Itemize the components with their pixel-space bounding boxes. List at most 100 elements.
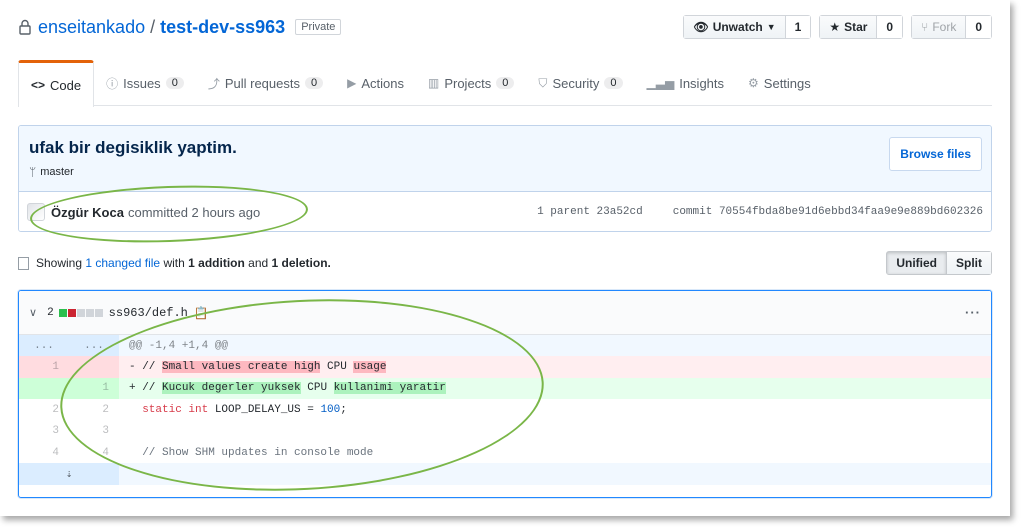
hunk-row: ... ... @@ -1,4 +1,4 @@: [19, 335, 991, 357]
line-content: static int LOOP_DELAY_US = 100;: [119, 399, 991, 420]
new-line-number[interactable]: 2: [69, 399, 119, 420]
context-line: 4 4 // Show SHM updates in console mode: [19, 442, 991, 463]
context-line: 3 3: [19, 421, 991, 442]
new-line-number[interactable]: 3: [69, 421, 119, 442]
repo-nav-tabs: <> Code ⓘ Issues 0 ⤴ Pull requests 0 ▶ A…: [18, 60, 992, 107]
diff-view-toggle: Unified Split: [886, 251, 992, 275]
eye-icon: 👁: [693, 20, 709, 34]
repo-header: enseitankado / test-dev-ss963 Private 👁 …: [18, 12, 992, 42]
old-line-number[interactable]: 2: [19, 399, 69, 420]
tab-counter: 0: [604, 77, 623, 89]
line-content: - // Small values create high CPU usage: [119, 356, 991, 378]
tab-label: Projects: [444, 75, 492, 91]
tab-label: Actions: [361, 75, 404, 91]
file-header: ∨ 2 ss963/def.h 📋 ···: [19, 291, 991, 335]
graph-icon: ▁▃▅: [646, 76, 675, 90]
additions-count: 1 addition: [188, 256, 245, 270]
tab-actions[interactable]: ▶ Actions: [335, 60, 416, 106]
hunk-expand-left[interactable]: ...: [19, 335, 69, 357]
old-line-number[interactable]: 1: [19, 356, 69, 378]
avatar[interactable]: [27, 203, 45, 221]
deletions-count: 1 deletion.: [271, 256, 331, 270]
tab-counter: 0: [165, 77, 184, 89]
old-line-number[interactable]: 3: [19, 421, 69, 442]
tab-settings[interactable]: ⚙ Settings: [736, 60, 823, 106]
repo-actions: 👁 Unwatch ▼ 1 ★ Star 0 ⑂ Fork 0: [683, 15, 992, 39]
play-icon: ▶: [347, 76, 357, 90]
punct-text: ;: [340, 403, 347, 416]
branch-name[interactable]: master: [40, 166, 74, 178]
diffstat-del-block: [67, 308, 76, 317]
tab-counter: 0: [304, 77, 324, 89]
clipboard-icon[interactable]: 📋: [194, 306, 209, 320]
fork-button[interactable]: ⑂ Fork: [912, 16, 966, 38]
more-options-icon[interactable]: ···: [965, 305, 981, 320]
new-line-number[interactable]: [69, 356, 119, 378]
file-diff-icon[interactable]: [18, 256, 29, 270]
lock-icon: [19, 19, 31, 35]
number-text: 100: [320, 403, 341, 416]
commit-author[interactable]: Özgür Koca: [51, 205, 124, 220]
split-button[interactable]: Split: [946, 252, 991, 274]
tab-code[interactable]: <> Code: [18, 60, 95, 107]
star-count[interactable]: 0: [876, 16, 903, 38]
changed-files-link[interactable]: 1 changed file: [85, 256, 160, 270]
old-line-number[interactable]: [19, 377, 69, 400]
changed-text: kullanimi yaratir: [333, 382, 446, 395]
file-diff: ∨ 2 ss963/def.h 📋 ··· ... ... @@ -1,4 +1…: [18, 290, 992, 498]
repo-title: enseitankado / test-dev-ss963 Private: [18, 16, 342, 38]
tab-projects[interactable]: ▥ Projects 0: [416, 60, 526, 106]
tab-issues[interactable]: ⓘ Issues 0: [94, 60, 196, 106]
new-line-number[interactable]: 4: [69, 442, 119, 463]
chevron-down-icon[interactable]: ∨: [29, 306, 37, 319]
diffstat-add-block: [58, 308, 67, 317]
hunk-expand-right[interactable]: ...: [69, 335, 119, 357]
branch-icon: ᛘ: [29, 165, 37, 179]
tab-label: Issues: [123, 75, 161, 91]
watch-group: 👁 Unwatch ▼ 1: [683, 15, 812, 39]
code-icon: <>: [31, 78, 46, 92]
parent-sha[interactable]: 1 parent 23a52cd: [537, 206, 643, 218]
star-icon: ★: [829, 20, 841, 34]
fork-group: ⑂ Fork 0: [911, 15, 992, 39]
file-path[interactable]: ss963/def.h: [109, 306, 188, 320]
tab-security[interactable]: ⛉ Security 0: [526, 60, 634, 106]
diffstat-neutral-block: [85, 308, 94, 317]
old-line-number[interactable]: 4: [19, 442, 69, 463]
new-line-number[interactable]: 1: [69, 377, 119, 400]
and-text: and: [248, 256, 269, 270]
commit-box: ufak bir degisiklik yaptim. ᛘ master Bro…: [18, 125, 992, 232]
line-content: + // Kucuk degerler yuksek CPU kullanimi…: [119, 377, 991, 400]
hunk-header: @@ -1,4 +1,4 @@: [119, 335, 991, 357]
unified-button[interactable]: Unified: [887, 252, 946, 274]
expand-down-icon[interactable]: ⇣: [19, 463, 119, 485]
unchanged-text: CPU: [320, 361, 354, 374]
sha-area: 1 parent 23a52cd commit 70554fbda8be91d6…: [537, 206, 983, 218]
diffstat-neutral-block: [76, 308, 85, 317]
context-line: 2 2 static int LOOP_DELAY_US = 100;: [19, 399, 991, 420]
unwatch-button[interactable]: 👁 Unwatch ▼: [684, 16, 785, 38]
diff-table: ... ... @@ -1,4 +1,4 @@ 1 - // Small val…: [19, 335, 991, 485]
added-line: 1 + // Kucuk degerler yuksek CPU kullani…: [19, 377, 991, 400]
commit-time: committed 2 hours ago: [127, 204, 261, 220]
watch-count[interactable]: 1: [784, 16, 811, 38]
caret-down-icon: ▼: [766, 22, 776, 32]
tab-pull-requests[interactable]: ⤴ Pull requests 0: [196, 60, 335, 106]
fork-count[interactable]: 0: [965, 16, 991, 38]
star-group: ★ Star 0: [819, 15, 904, 39]
repo-owner-link[interactable]: enseitankado: [38, 17, 145, 38]
page: enseitankado / test-dev-ss963 Private 👁 …: [0, 0, 1010, 516]
unchanged-text: CPU: [300, 382, 334, 395]
issue-icon: ⓘ: [106, 76, 119, 91]
pull-request-icon: ⤴: [207, 76, 220, 91]
repo-name-link[interactable]: test-dev-ss963: [160, 17, 285, 38]
repo-separator: /: [150, 16, 156, 37]
branch-info: ᛘ master: [29, 165, 981, 179]
fork-label: Fork: [932, 20, 957, 34]
diff-summary-bar: Showing 1 changed file with 1 addition a…: [18, 249, 992, 277]
tab-insights[interactable]: ▁▃▅ Insights: [635, 60, 737, 106]
tab-label: Pull requests: [224, 75, 300, 91]
browse-files-button[interactable]: Browse files: [889, 137, 982, 171]
star-button[interactable]: ★ Star: [820, 16, 877, 38]
keyword-text: static int: [142, 403, 209, 416]
